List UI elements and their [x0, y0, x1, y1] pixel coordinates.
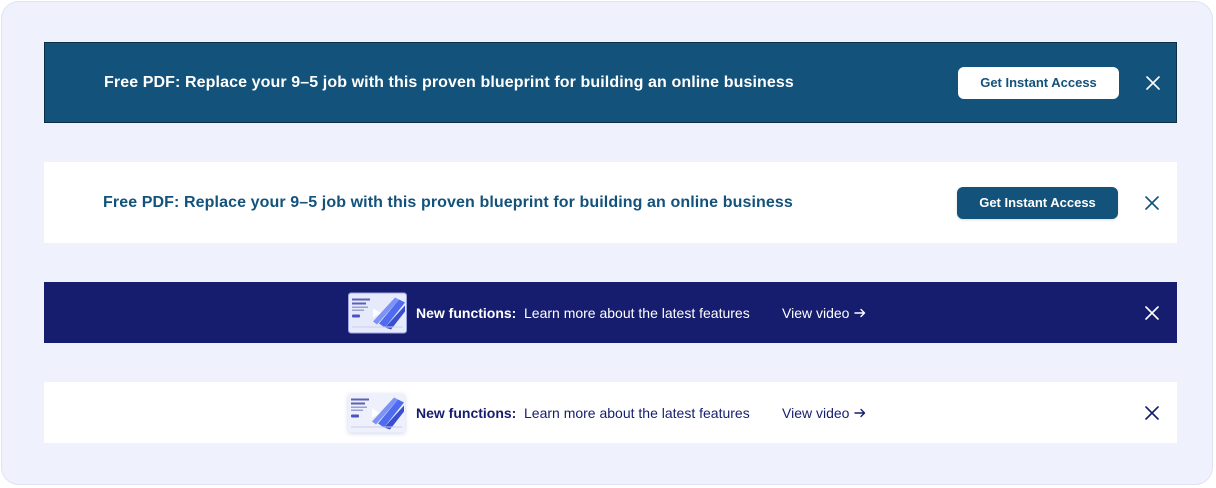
promo-banner-light: Free PDF: Replace your 9–5 job with this… [44, 162, 1177, 243]
close-icon[interactable] [1142, 193, 1162, 213]
feature-description: Learn more about the latest features [524, 404, 750, 421]
video-thumbnail[interactable] [348, 292, 407, 333]
get-instant-access-button[interactable]: Get Instant Access [958, 66, 1119, 99]
arrow-right-icon [854, 308, 866, 317]
feature-banner-light: New functions: Learn more about the late… [44, 382, 1177, 443]
banner-message: Free PDF: Replace your 9–5 job with this… [104, 73, 794, 91]
promo-banner-dark: Free PDF: Replace your 9–5 job with this… [44, 42, 1177, 123]
close-icon[interactable] [1142, 303, 1162, 323]
feature-description: Learn more about the latest features [524, 304, 750, 321]
view-video-link[interactable]: View video [782, 405, 866, 421]
feature-label: New functions: [416, 304, 517, 321]
view-video-label: View video [782, 304, 850, 321]
showcase-frame: Free PDF: Replace your 9–5 job with this… [1, 1, 1213, 485]
arrow-right-icon [854, 408, 866, 417]
get-instant-access-button[interactable]: Get Instant Access [957, 186, 1118, 219]
view-video-link[interactable]: View video [782, 305, 866, 321]
banner-message: Free PDF: Replace your 9–5 job with this… [103, 193, 793, 211]
feature-label: New functions: [416, 404, 517, 421]
feature-banner-dark: New functions: Learn more about the late… [44, 282, 1177, 343]
video-thumbnail[interactable] [348, 393, 405, 432]
close-icon[interactable] [1142, 403, 1162, 423]
close-icon[interactable] [1143, 73, 1163, 93]
view-video-label: View video [782, 404, 850, 421]
